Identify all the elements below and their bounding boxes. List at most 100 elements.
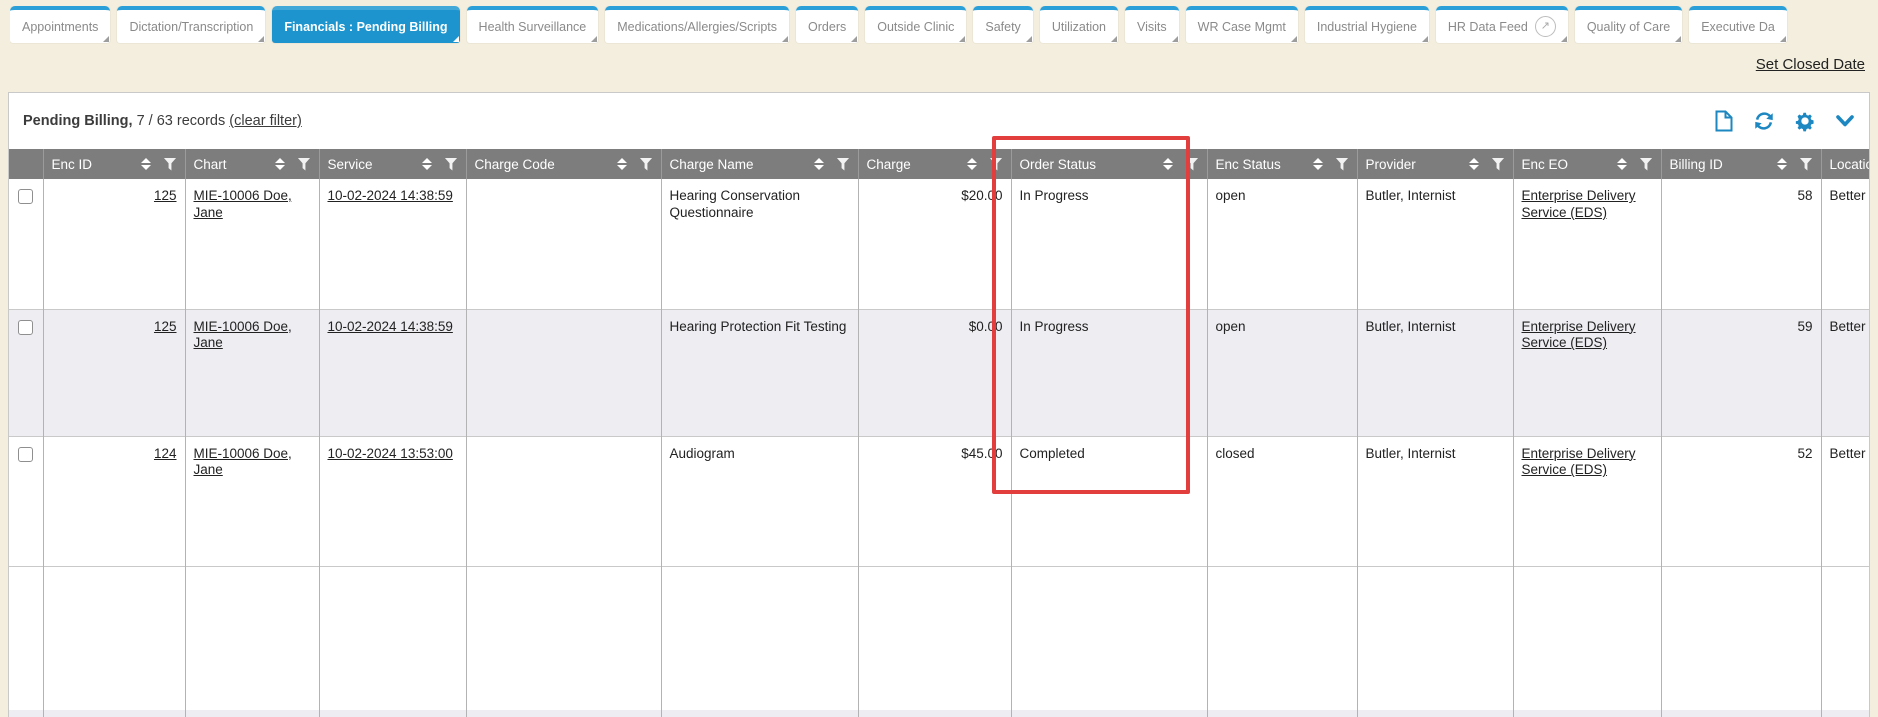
cell-enc-eo: Enterprise Delivery Service (EDS) (1513, 179, 1661, 309)
sort-icon[interactable] (967, 158, 977, 170)
enc-id-link[interactable]: 125 (154, 188, 177, 203)
col-label: Service (328, 157, 373, 172)
filter-icon[interactable] (837, 158, 850, 171)
col-label: Enc Status (1216, 157, 1281, 172)
filter-icon[interactable] (640, 158, 653, 171)
tab-hr-data-feed[interactable]: HR Data Feed ↗ (1436, 6, 1568, 43)
filter-icon[interactable] (1640, 158, 1653, 171)
col-header-enc-id: Enc ID (43, 149, 185, 179)
external-link-circle-icon[interactable]: ↗ (1535, 16, 1556, 37)
sort-icon[interactable] (275, 158, 285, 170)
tab-label: Appointments (22, 11, 98, 43)
col-header-location: Location (1821, 149, 1870, 179)
pending-billing-table: Enc ID Chart Service Charge Code Charge … (9, 149, 1870, 717)
col-header-provider: Provider (1357, 149, 1513, 179)
cell-enc-status: open (1207, 309, 1357, 436)
sort-icon[interactable] (1163, 158, 1173, 170)
filter-icon[interactable] (1800, 158, 1813, 171)
sort-icon[interactable] (1617, 158, 1627, 170)
tab-medications-allergies-scripts[interactable]: Medications/Allergies/Scripts (605, 6, 789, 43)
tab-label: HR Data Feed (1448, 11, 1528, 43)
tab-label: WR Case Mgmt (1198, 11, 1286, 43)
cell-charge-code (466, 436, 661, 566)
cell-provider: Butler, Internist (1357, 436, 1513, 566)
table-row: 124 MIE-10006 Doe, Jane 10-02-2024 13:53… (9, 436, 1870, 566)
tab-orders[interactable]: Orders (796, 6, 858, 43)
cell-charge-name: Hearing Conservation Questionnaire (661, 179, 858, 309)
filter-icon[interactable] (1186, 158, 1199, 171)
service-link[interactable]: 10-02-2024 13:53:00 (328, 446, 453, 461)
tab-label: Quality of Care (1587, 11, 1670, 43)
chart-link[interactable]: MIE-10006 Doe, Jane (194, 446, 292, 478)
sort-icon[interactable] (1777, 158, 1787, 170)
col-header-enc-status: Enc Status (1207, 149, 1357, 179)
col-header-chart: Chart (185, 149, 319, 179)
clear-filter-link[interactable]: (clear filter) (229, 113, 302, 129)
cell-service: 10-02-2024 13:53:00 (319, 436, 466, 566)
sort-icon[interactable] (422, 158, 432, 170)
tab-label: Financials : Pending Billing (284, 11, 447, 43)
tab-label: Outside Clinic (877, 11, 954, 43)
row-select-cell (9, 179, 43, 309)
cell-enc-id: 124 (43, 436, 185, 566)
row-checkbox[interactable] (18, 189, 33, 204)
cell-chart: MIE-10006 Doe, Jane (185, 309, 319, 436)
enc-id-link[interactable]: 125 (154, 319, 177, 334)
col-label: Charge Code (475, 157, 555, 172)
tab-outside-clinic[interactable]: Outside Clinic (865, 6, 966, 43)
service-link[interactable]: 10-02-2024 14:38:59 (328, 188, 453, 203)
panel-title: Pending Billing, 7 / 63 records (clear f… (23, 113, 302, 129)
enc-eo-link[interactable]: Enterprise Delivery Service (EDS) (1522, 319, 1636, 351)
tab-industrial-hygiene[interactable]: Industrial Hygiene (1305, 6, 1429, 43)
tab-label: Medications/Allergies/Scripts (617, 11, 777, 43)
collapse-chevron-icon[interactable] (1835, 113, 1855, 129)
tab-appointments[interactable]: Appointments (10, 6, 110, 43)
row-checkbox[interactable] (18, 447, 33, 462)
tab-wr-case-mgmt[interactable]: WR Case Mgmt (1186, 6, 1298, 43)
tab-safety[interactable]: Safety (973, 6, 1032, 43)
sort-icon[interactable] (1469, 158, 1479, 170)
sort-icon[interactable] (617, 158, 627, 170)
tab-executive-dashboard[interactable]: Executive Da (1689, 6, 1787, 43)
table-header-row: Enc ID Chart Service Charge Code Charge … (9, 149, 1870, 179)
filter-icon[interactable] (298, 158, 311, 171)
tab-financials-pending-billing[interactable]: Financials : Pending Billing (272, 6, 459, 43)
table-row: 125 MIE-10006 Doe, Jane 10-02-2024 14:38… (9, 179, 1870, 309)
filter-icon[interactable] (445, 158, 458, 171)
sort-icon[interactable] (1313, 158, 1323, 170)
cell-order-status: Completed (1011, 436, 1207, 566)
row-checkbox[interactable] (18, 320, 33, 335)
tab-label: Orders (808, 11, 846, 43)
filter-icon[interactable] (990, 158, 1003, 171)
enc-eo-link[interactable]: Enterprise Delivery Service (EDS) (1522, 188, 1636, 220)
filter-icon[interactable] (164, 158, 177, 171)
chart-link[interactable]: MIE-10006 Doe, Jane (194, 319, 292, 351)
tab-health-surveillance[interactable]: Health Surveillance (467, 6, 599, 43)
sort-icon[interactable] (814, 158, 824, 170)
tab-label: Safety (985, 11, 1020, 43)
service-link[interactable]: 10-02-2024 14:38:59 (328, 319, 453, 334)
col-header-charge: Charge (858, 149, 1011, 179)
enc-eo-link[interactable]: Enterprise Delivery Service (EDS) (1522, 446, 1636, 478)
chart-link[interactable]: MIE-10006 Doe, Jane (194, 188, 292, 220)
refresh-icon[interactable] (1753, 110, 1775, 132)
pending-billing-panel: Pending Billing, 7 / 63 records (clear f… (8, 92, 1870, 717)
tab-utilization[interactable]: Utilization (1040, 6, 1118, 43)
tab-label: Industrial Hygiene (1317, 11, 1417, 43)
settings-gear-icon[interactable] (1794, 110, 1816, 132)
set-closed-date-link[interactable]: Set Closed Date (1756, 56, 1865, 73)
tab-quality-of-care[interactable]: Quality of Care (1575, 6, 1682, 43)
filter-icon[interactable] (1336, 158, 1349, 171)
filter-icon[interactable] (1492, 158, 1505, 171)
cell-provider: Butler, Internist (1357, 309, 1513, 436)
row-select-cell (9, 436, 43, 566)
tab-visits[interactable]: Visits (1125, 6, 1179, 43)
cell-charge: $20.00 (858, 179, 1011, 309)
row-select-cell (9, 309, 43, 436)
new-document-icon[interactable] (1714, 110, 1734, 132)
enc-id-link[interactable]: 124 (154, 446, 177, 461)
sort-icon[interactable] (141, 158, 151, 170)
cell-enc-status: open (1207, 179, 1357, 309)
tab-dictation-transcription[interactable]: Dictation/Transcription (117, 6, 265, 43)
col-header-billing-id: Billing ID (1661, 149, 1821, 179)
